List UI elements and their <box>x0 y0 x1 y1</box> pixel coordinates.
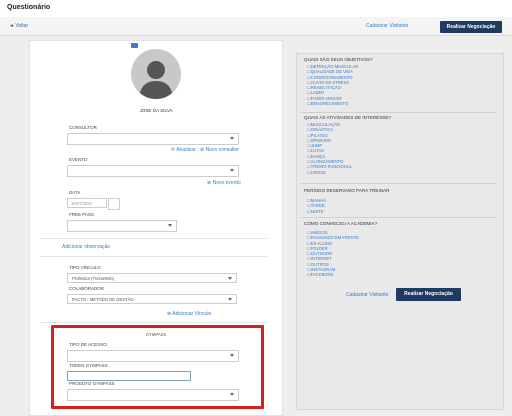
data-label: DATA <box>69 190 81 195</box>
top-bar <box>0 0 512 18</box>
question-options: ☐MANHÃ ☐TARDE ☐NOITE <box>307 198 326 214</box>
realizar-negociacao-button[interactable]: Realizar Negociação <box>396 288 461 301</box>
user-silhouette-icon <box>139 61 173 99</box>
camera-icon[interactable] <box>131 43 138 48</box>
free-pass-select[interactable] <box>67 220 177 232</box>
option-checkbox[interactable]: ☐FACEBOOK <box>307 272 359 277</box>
cadastrar-visitante-link[interactable]: Cadastrar Visitante <box>346 292 388 298</box>
cadastrar-visitante-link[interactable]: Cadastrar Visitante <box>366 23 408 29</box>
option-checkbox[interactable]: ☐EMAGRECIMENTO <box>307 101 358 106</box>
data-input[interactable]: 15/07/2020 <box>67 198 107 208</box>
atualizar-link[interactable]: ⟳ Atualizar <box>171 147 196 153</box>
divider <box>40 238 268 239</box>
divider <box>300 112 496 113</box>
profile-name: JOSE DA SILVA <box>139 108 173 113</box>
divider <box>40 256 268 257</box>
colaborador-select[interactable]: PACTO - MÉTODO DE GESTÃO <box>67 294 237 304</box>
adicionar-observacao-link[interactable]: Adicionar observação <box>62 244 110 250</box>
consultor-select[interactable] <box>67 133 239 145</box>
page-title: Questionário <box>7 4 51 11</box>
divider <box>300 217 496 218</box>
divider <box>300 183 496 184</box>
question-title: COMO CONHECEU A ACADEMIA? <box>304 221 378 226</box>
novo-consultor-link[interactable]: ⊕ Novo consultor <box>200 147 239 153</box>
back-link[interactable]: ◄ Voltar <box>9 23 28 29</box>
highlight-box <box>51 325 264 409</box>
option-checkbox[interactable]: ☐NOITE <box>307 209 326 214</box>
avatar <box>131 49 181 99</box>
question-options: ☐AMIGOS ☐PASSANDO EM FRENTE ☐EX-ALUNO ☐F… <box>307 230 359 278</box>
evento-label: EVENTO <box>69 157 88 162</box>
question-options: ☐DEFINIÇÃO MUSCULAR ☐QUALIDADE DE VIDA ☐… <box>307 64 358 106</box>
realizar-negociacao-button[interactable]: Realizar Negociação <box>440 21 502 33</box>
tipo-vinculo-select[interactable]: Professor (TreinoWeb) <box>67 273 237 283</box>
question-options: ☐MUSCULAÇÃO ☐GINÁSTICA ☐PILATES ☐SPINNIN… <box>307 122 352 175</box>
colaborador-label: COLABORADOR <box>69 286 105 291</box>
novo-evento-link[interactable]: ⊕ Novo evento <box>207 180 241 186</box>
calendar-icon[interactable] <box>108 198 120 210</box>
question-title: QUAIS SÃO SEUS OBJETIVOS? <box>304 57 373 62</box>
action-bar <box>0 17 512 36</box>
question-title: PERÍODO RESERVADO PARA TREINAR <box>304 188 390 193</box>
consultor-label: CONSULTOR <box>69 125 97 130</box>
evento-select[interactable] <box>67 165 239 177</box>
tipo-vinculo-value: Professor (TreinoWeb) <box>72 276 115 281</box>
option-checkbox[interactable]: ☐CROSS <box>307 170 352 175</box>
question-title: QUAIS AS ATIVIDADES DE INTERESSE? <box>304 115 391 120</box>
colaborador-value: PACTO - MÉTODO DE GESTÃO <box>72 297 134 302</box>
divider <box>40 322 268 323</box>
adicionar-vinculo-link[interactable]: ⊕ Adicionar Vínculo <box>167 311 211 317</box>
free-pass-label: FREE PASS <box>69 212 94 217</box>
tipo-vinculo-label: TIPO VÍNCULO <box>69 265 101 270</box>
